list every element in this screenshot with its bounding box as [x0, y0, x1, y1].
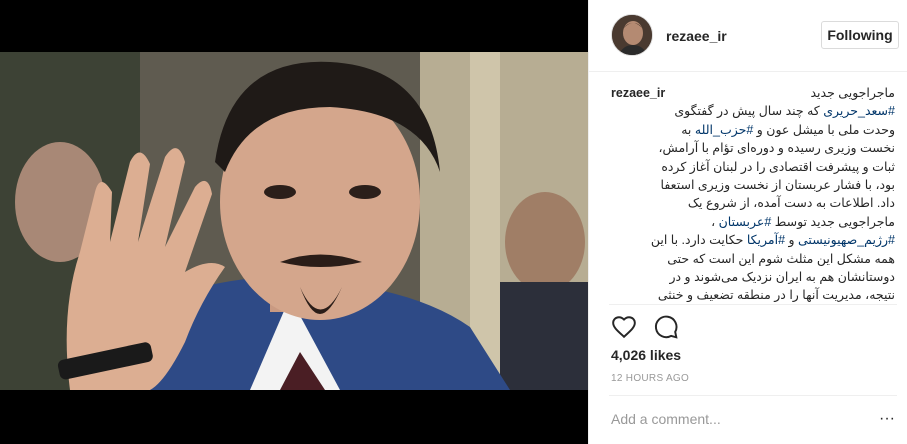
caption-line: بود، با فشار عربستان از نخست وزیری استعف…: [660, 178, 895, 193]
heart-icon[interactable]: [611, 314, 637, 340]
comment-icon[interactable]: [653, 314, 679, 340]
caption-username[interactable]: rezaee_ir: [611, 84, 665, 102]
caption-line: نخست وزیری رسیده و دوره‌ای تؤام با آرامش…: [658, 141, 895, 156]
post-photo[interactable]: [0, 52, 588, 390]
caption-line: دوستانشان هم به ایران نزدیک می‌شوند و در: [669, 270, 895, 285]
avatar[interactable]: [611, 14, 653, 56]
caption-line: ثبات و پیشرفت اقتصادی را در لبنان آغاز ک…: [661, 159, 895, 174]
divider: [609, 395, 897, 396]
caption-line: وحدت ملی با میشل عون و #حزب_الله به: [681, 122, 895, 137]
caption-line: نتیجه، مدیریت آنها را در منطقه تضعیف و خ…: [657, 288, 895, 302]
caption-line: داد. اطلاعات به دست آمده، از شروع یک: [687, 196, 895, 211]
caption-line: #رژیم_صهیونیستی و #آمریکا حکایت دارد. با…: [650, 233, 895, 248]
post-media: [0, 0, 588, 444]
caption-line: #سعد_حریری که چند سال پیش در گفتگوی: [674, 104, 895, 119]
divider: [609, 304, 897, 305]
caption-line: همه مشکل این مثلث شوم این است که حتی: [667, 251, 895, 266]
post-header: rezaee_ir Following: [589, 0, 907, 72]
post-timestamp[interactable]: 12 HOURS AGO: [611, 373, 689, 384]
avatar-image: [612, 15, 652, 55]
post-actions: [611, 314, 679, 340]
caption-line: ماجراجویی جدید توسط #عربستان ،: [711, 214, 895, 229]
more-options-icon[interactable]: ···: [879, 410, 895, 428]
username[interactable]: rezaee_ir: [666, 28, 727, 44]
post-panel: rezaee_ir Following rezaee_ir ماجراجویی …: [588, 0, 907, 444]
photo-illustration: [0, 52, 588, 390]
post-caption: rezaee_ir ماجراجویی جدید #سعد_حریری که چ…: [611, 84, 895, 302]
likes-count[interactable]: 4,026 likes: [611, 347, 681, 363]
following-button[interactable]: Following: [821, 21, 899, 49]
comment-input[interactable]: [611, 408, 881, 430]
